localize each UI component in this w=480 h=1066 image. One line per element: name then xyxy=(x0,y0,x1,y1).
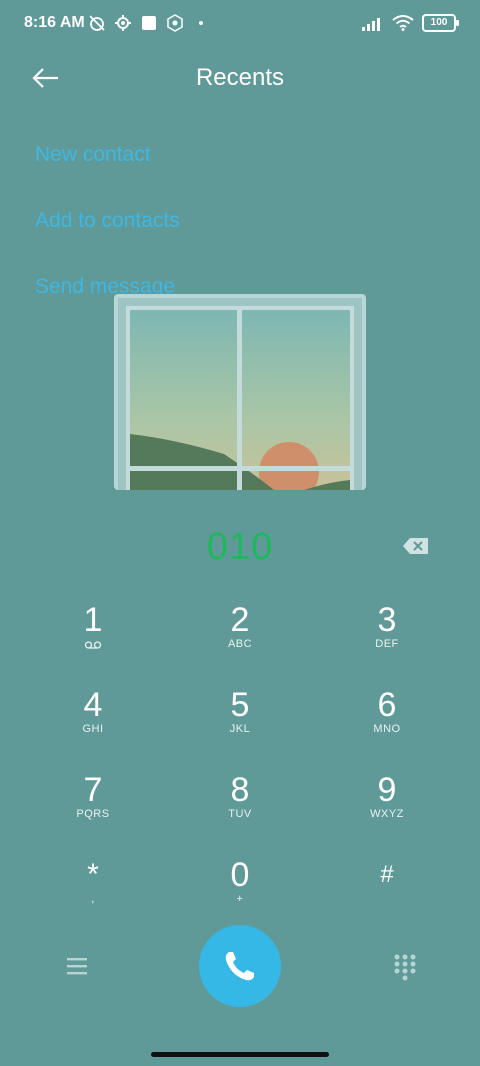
key-letters: DEF xyxy=(375,638,399,650)
backspace-icon xyxy=(403,538,428,554)
square-notification-icon xyxy=(142,16,156,30)
key-8[interactable]: 8 TUV xyxy=(167,770,313,855)
key-5[interactable]: 5 JKL xyxy=(167,685,313,770)
key-letters: , xyxy=(91,893,95,905)
backspace-button[interactable] xyxy=(402,536,430,556)
battery-icon: 100 xyxy=(422,14,459,32)
key-digit: 4 xyxy=(83,686,103,724)
signal-icon xyxy=(362,18,380,31)
key-3[interactable]: 3 DEF xyxy=(314,600,460,685)
page-title: Recents xyxy=(195,64,285,91)
key-digit: 7 xyxy=(83,771,103,809)
key-4[interactable]: 4 GHI xyxy=(20,685,166,770)
key-letters: MNO xyxy=(373,723,401,735)
key-letters: GHI xyxy=(82,723,104,735)
keypad: 1 2 ABC 3 DEF 4 GHI 5 JKL 6 MNO 7 PQRS 8… xyxy=(20,600,460,940)
key-letters: JKL xyxy=(229,723,251,735)
keypad-row: 4 GHI 5 JKL 6 MNO xyxy=(20,685,460,770)
key-digit: 1 xyxy=(83,601,103,639)
header: Recents xyxy=(0,52,480,102)
key-digit: 6 xyxy=(377,686,397,724)
key-letters: WXYZ xyxy=(370,808,404,820)
add-to-contacts-option[interactable]: Add to contacts xyxy=(35,206,180,236)
key-letters: ABC xyxy=(227,638,253,650)
key-2[interactable]: 2 ABC xyxy=(167,600,313,685)
key-letters: + xyxy=(236,893,244,905)
status-right-icons: 100 xyxy=(362,14,459,32)
call-button[interactable] xyxy=(199,925,281,1007)
badge-icon xyxy=(167,14,183,32)
voicemail-icon xyxy=(84,641,102,649)
key-digit: 0 xyxy=(230,856,250,894)
key-digit: # xyxy=(380,861,394,888)
phone-icon xyxy=(225,952,254,981)
new-contact-option[interactable]: New contact xyxy=(35,140,180,170)
menu-icon xyxy=(67,958,87,975)
key-digit: * xyxy=(87,858,99,891)
keypad-row: 7 PQRS 8 TUV 9 WXYZ xyxy=(20,770,460,855)
key-digit: 8 xyxy=(230,771,250,809)
dot-icon xyxy=(199,21,203,25)
key-1[interactable]: 1 xyxy=(20,600,166,685)
menu-button[interactable] xyxy=(64,953,90,979)
home-indicator[interactable] xyxy=(151,1052,329,1057)
key-digit: 9 xyxy=(377,771,397,809)
status-bar: 8:16 AM 100 xyxy=(0,0,480,48)
keypad-row: 1 2 ABC 3 DEF xyxy=(20,600,460,685)
key-digit: 5 xyxy=(230,686,250,724)
bottom-bar xyxy=(0,925,480,1009)
window-illustration xyxy=(114,294,366,490)
dialpad-toggle[interactable] xyxy=(392,953,418,981)
dialpad-icon xyxy=(394,954,416,981)
key-9[interactable]: 9 WXYZ xyxy=(314,770,460,855)
alarm-off-icon xyxy=(89,15,105,31)
key-digit: 2 xyxy=(230,601,250,639)
key-6[interactable]: 6 MNO xyxy=(314,685,460,770)
key-letters: PQRS xyxy=(76,808,110,820)
key-letters: TUV xyxy=(228,808,252,820)
settings-icon xyxy=(115,15,131,31)
key-7[interactable]: 7 PQRS xyxy=(20,770,166,855)
wifi-icon xyxy=(392,15,414,31)
status-time: 8:16 AM xyxy=(24,14,85,31)
status-left-icons xyxy=(88,14,210,32)
key-digit: 3 xyxy=(377,601,397,639)
